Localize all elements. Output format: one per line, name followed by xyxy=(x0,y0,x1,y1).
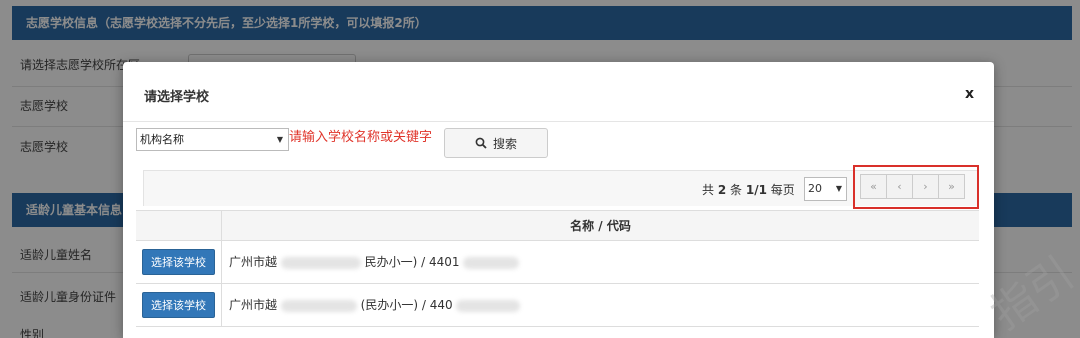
school-name-cell: 广州市越 民办小一) / 4401 xyxy=(229,241,520,284)
search-row: 机构名称 ▼ 请输入学校名称或关键字 搜索 xyxy=(136,128,976,168)
close-button[interactable]: x xyxy=(965,86,974,102)
page-size-value: 20 xyxy=(808,182,822,195)
grid-action-cell: 选择该学校 xyxy=(136,241,222,284)
school-grid: 名称 / 代码 选择该学校 广州市越 民办小一) / 4401 选择该学校 广州… xyxy=(136,210,979,327)
redacted-text xyxy=(456,299,521,312)
dialog-header: 请选择学校 x xyxy=(123,62,994,122)
page-size-select[interactable]: 20 ▼ xyxy=(804,177,847,201)
total-prefix: 共 xyxy=(702,183,715,197)
choose-school-button[interactable]: 选择该学校 xyxy=(142,249,215,275)
school-name-prefix: 广州市越 xyxy=(229,298,278,312)
prev-page-button[interactable]: ‹ xyxy=(886,174,913,199)
table-row: 选择该学校 广州市越 民办小一) / 4401 xyxy=(136,241,979,284)
school-name-code: (民办小一) / 440 xyxy=(360,298,453,312)
next-page-button[interactable]: › xyxy=(912,174,939,199)
total-suffix: 条 xyxy=(730,183,743,197)
total-count: 2 xyxy=(717,183,727,197)
grid-header-action xyxy=(136,211,222,241)
first-page-button[interactable]: « xyxy=(860,174,887,199)
redacted-text xyxy=(463,256,520,269)
select-school-dialog: 请选择学校 x 机构名称 ▼ 请输入学校名称或关键字 搜索 共 2 条 1/1 … xyxy=(123,62,994,338)
search-button[interactable]: 搜索 xyxy=(444,128,548,158)
page-indicator: 1/1 xyxy=(745,183,767,197)
dropdown-arrow-icon: ▼ xyxy=(835,184,842,193)
redacted-text xyxy=(280,256,361,269)
last-page-button[interactable]: » xyxy=(938,174,965,199)
redacted-text xyxy=(280,299,357,312)
pager-buttons: « ‹ › » xyxy=(860,174,965,199)
search-input[interactable]: 请输入学校名称或关键字 xyxy=(289,128,432,148)
school-name-cell: 广州市越 (民办小一) / 440 xyxy=(229,284,521,327)
dropdown-arrow-icon: ▼ xyxy=(276,135,283,144)
school-name-prefix: 广州市越 xyxy=(229,255,278,269)
search-icon xyxy=(475,137,487,149)
search-button-label: 搜索 xyxy=(492,136,517,151)
dialog-title: 请选择学校 xyxy=(144,90,210,105)
grid-header-name: 名称 / 代码 xyxy=(570,219,631,233)
table-row: 选择该学校 广州市越 (民办小一) / 440 xyxy=(136,284,979,327)
per-page-label: 每页 xyxy=(770,183,795,197)
pager-info: 共 2 条 1/1 每页 xyxy=(702,181,795,198)
school-name-code: 民办小一) / 4401 xyxy=(364,255,460,269)
choose-school-button[interactable]: 选择该学校 xyxy=(142,292,215,318)
search-field-value: 机构名称 xyxy=(140,133,184,146)
search-field-select[interactable]: 机构名称 ▼ xyxy=(136,128,289,151)
grid-action-cell: 选择该学校 xyxy=(136,284,222,327)
grid-header: 名称 / 代码 xyxy=(136,211,979,241)
